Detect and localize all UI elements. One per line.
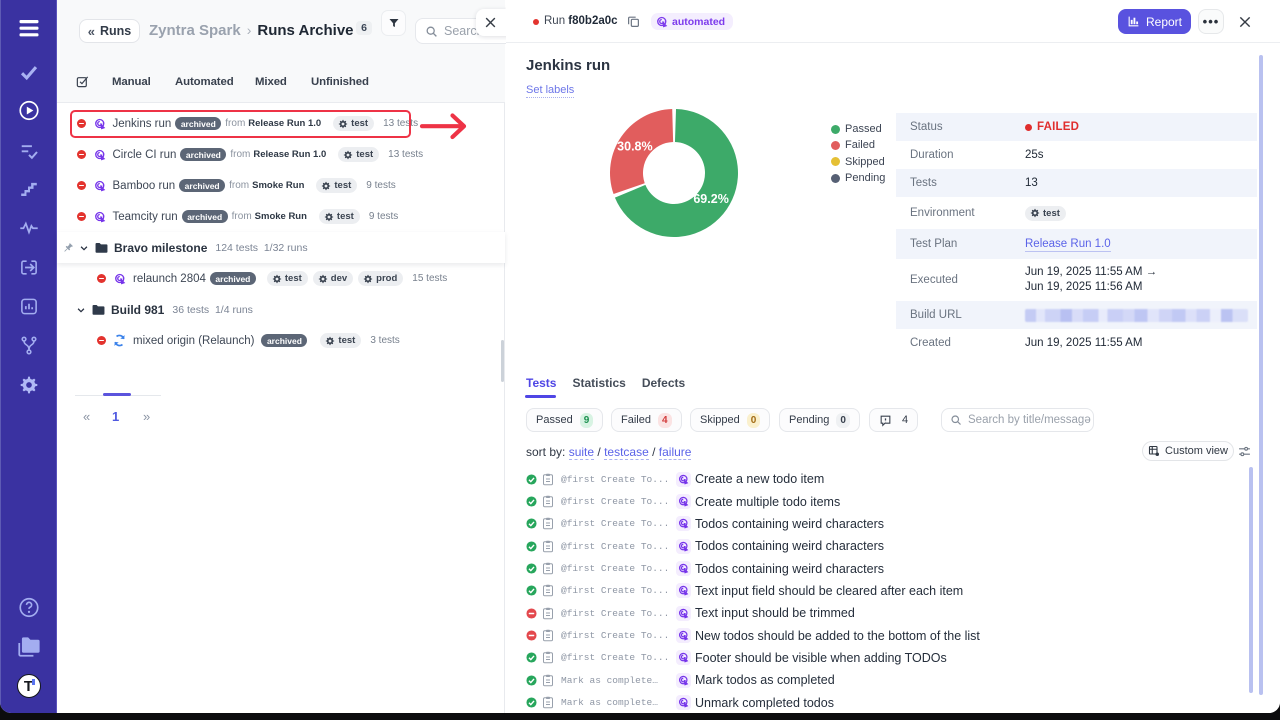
svg-text:30.8%: 30.8% (617, 140, 652, 154)
svg-text:69.2%: 69.2% (693, 192, 728, 206)
